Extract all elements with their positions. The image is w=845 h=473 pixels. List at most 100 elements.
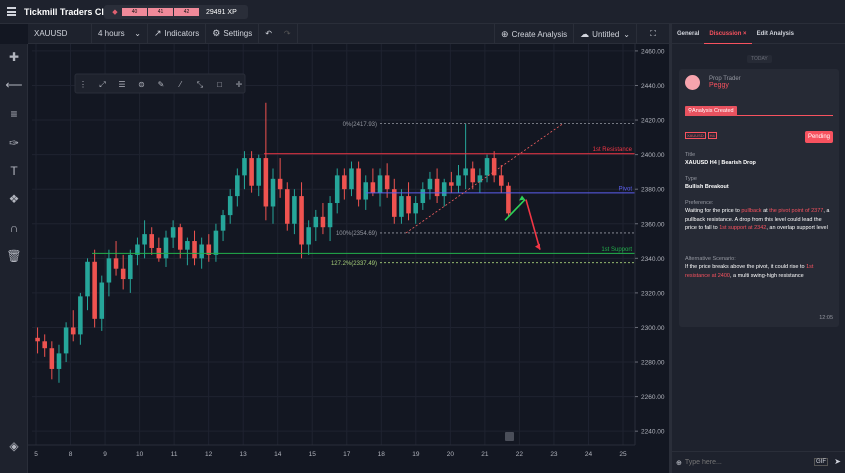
menu-icon[interactable] [7, 7, 16, 16]
symbol-selector[interactable]: XAUUSD [28, 23, 92, 44]
price-tick-label: 2400.00 [641, 152, 665, 159]
chart-grid [32, 44, 635, 445]
status-label: Analysis Created [692, 108, 734, 114]
analysis-card: Prop Trader Peggy ⚲Analysis Created XAUU… [679, 69, 839, 327]
symbol-badge: XAUUSD [685, 132, 706, 139]
brush-tool[interactable]: ✑ [4, 133, 24, 153]
candle-body [92, 261, 97, 319]
message-input[interactable] [684, 459, 805, 466]
tab-discussion[interactable]: Discussion × [704, 24, 752, 44]
gif-button[interactable]: GIF [814, 458, 828, 466]
pending-button[interactable]: Pending [804, 131, 833, 143]
redo-icon: ↷ [283, 29, 291, 38]
candle-body [313, 216, 319, 228]
price-chart[interactable]: 1st Resistance2400.51Pivot2377.861st Sup… [28, 44, 669, 461]
delete-tool[interactable]: 🗑 [4, 246, 24, 266]
time-tick-label: 12 [205, 451, 213, 458]
time-tick-label: 11 [171, 451, 178, 458]
horizontal-line-tool[interactable]: ⟵ [4, 75, 24, 95]
cross-icon[interactable]: ✛ [236, 80, 243, 89]
avatar[interactable] [685, 75, 700, 90]
candle-body [120, 268, 126, 280]
candle-body [477, 175, 483, 183]
replay-button[interactable] [505, 432, 514, 441]
add-icon[interactable]: ⊕ [676, 459, 682, 467]
text-tool[interactable]: T [4, 161, 24, 181]
compose-bar: ⊕ GIF ➤ [672, 451, 845, 473]
price-tick-label: 2380.00 [641, 187, 665, 194]
time-tick-label: 18 [378, 451, 386, 458]
candle-body [277, 178, 283, 190]
price-tick-label: 2320.00 [641, 290, 665, 297]
candle-body [185, 241, 190, 250]
interval-label: 4 hours [98, 29, 125, 38]
send-icon[interactable]: ➤ [834, 457, 841, 466]
indicators-button[interactable]: ↗ Indicators [148, 23, 207, 44]
price-tick-label: 2420.00 [641, 118, 665, 125]
candle-body [263, 158, 269, 207]
time-tick-label: 10 [136, 451, 144, 458]
candle-body [42, 341, 47, 349]
settings-button[interactable]: ⚙ Settings [206, 23, 260, 44]
rectangle-icon[interactable]: □ [217, 80, 222, 89]
user-name[interactable]: Peggy [709, 82, 729, 90]
price-tick-label: 2360.00 [641, 221, 665, 228]
tab-general[interactable]: General [672, 24, 704, 44]
brush-icon: ✑ [8, 136, 20, 150]
candle-body [35, 337, 40, 342]
candle-body [177, 227, 183, 250]
type-label: Type [685, 176, 697, 182]
price-tick-label: 2280.00 [641, 360, 665, 367]
title-section: Title XAUUSD H4 | Bearish Drop [685, 151, 833, 167]
candle-body [299, 196, 304, 245]
close-icon[interactable]: × [743, 31, 747, 37]
candle-body [292, 196, 297, 224]
gem-icon: ◆ [112, 9, 118, 16]
redo-button[interactable]: ↷ [278, 23, 298, 44]
crosshair-tool[interactable]: ✚ [4, 47, 24, 67]
time-tick-label: 14 [274, 451, 282, 458]
layout-selector[interactable]: ☁ Untitled ⌄ [574, 24, 637, 44]
tab-edit-analysis[interactable]: Edit Analysis [752, 24, 799, 44]
fullscreen-button[interactable]: ⛶ [637, 24, 669, 44]
xp-count: 29491 XP [206, 8, 237, 16]
pattern-tool[interactable]: ❖ [4, 189, 24, 209]
tab-discussion-label: Discussion [709, 30, 742, 37]
alternative-text: If the price breaks above the pivot, it … [685, 264, 814, 279]
candle-body [106, 258, 112, 283]
settings-label: Settings [223, 29, 253, 38]
brand-title: Tickmill Traders Club [24, 6, 115, 17]
interval-selector[interactable]: 4 hours ⌄ [92, 23, 148, 44]
time-tick-label: 17 [343, 451, 351, 458]
time-axis: 5 8 9 10 11 12 13 14 15 17 18 19 20 21 22 23 24 25 [28, 444, 635, 458]
bearish-arrow [525, 199, 541, 250]
pencil-icon[interactable]: ✎ [158, 80, 165, 89]
parallel-channel-tool[interactable]: ≡ [4, 104, 24, 124]
candle-body [370, 182, 376, 193]
candle-body [284, 189, 290, 224]
candle-body [449, 182, 454, 186]
candle-body [463, 168, 468, 176]
create-analysis-button[interactable]: ⊕ Create Analysis [494, 24, 575, 44]
level-label: Pivot [619, 186, 633, 192]
trend-line-icon[interactable]: ⤢ [98, 80, 105, 89]
undo-button[interactable]: ↶ [259, 24, 278, 44]
text-note-icon[interactable]: ☰ [118, 80, 125, 89]
magnet-icon: ∩ [9, 221, 19, 235]
layers-tool[interactable]: ◈ [4, 436, 24, 456]
candle-body [99, 282, 105, 319]
fib-retracement: 0%(2417.93) 100%(2354.69) 127.2%(2337.49) [331, 122, 635, 267]
channel-icon[interactable]: ⊜ [138, 80, 145, 89]
candle-body [384, 175, 390, 190]
status-tag: ⚲Analysis Created [685, 106, 737, 116]
candle-body [506, 185, 511, 214]
magnet-tool[interactable]: ∩ [4, 218, 24, 238]
extend-icon[interactable]: ⤡ [197, 80, 204, 89]
chart-canvas[interactable]: 1st Resistance2400.51Pivot2377.861st Sup… [28, 44, 669, 461]
drag-handle-icon[interactable]: ⋮ [79, 80, 87, 89]
date-separator: TODAY [747, 55, 772, 63]
chevron-down-icon: ⌄ [134, 29, 141, 38]
channel-icon: ≡ [10, 107, 18, 121]
candle-body [349, 168, 354, 190]
alternative-label: Alternative Scenario: [685, 256, 736, 262]
